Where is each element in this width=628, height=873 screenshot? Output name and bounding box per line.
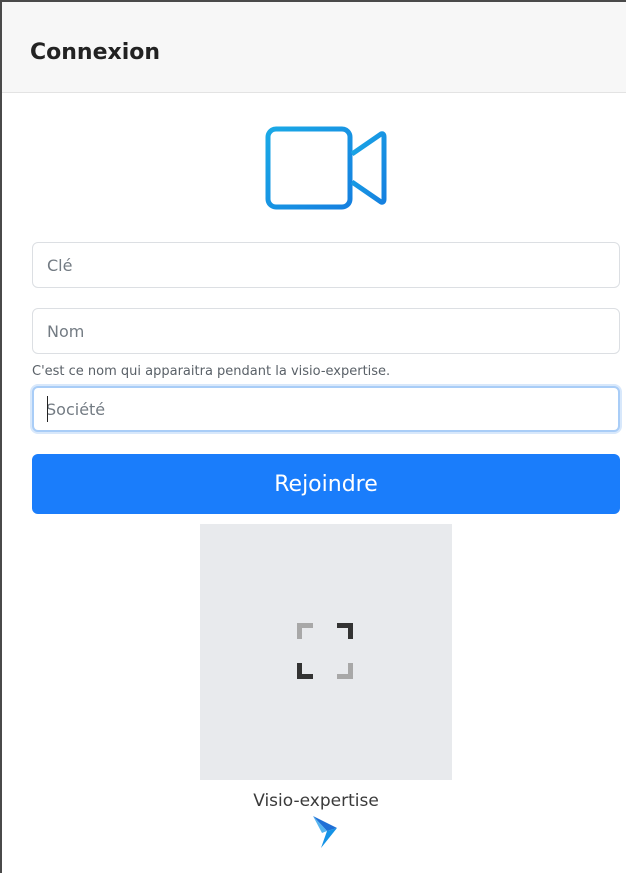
login-window: Connexion C'est ce nom qui apparaitra pe… [0, 0, 626, 873]
video-camera-icon [265, 126, 387, 210]
video-preview [200, 524, 452, 780]
join-button[interactable]: Rejoindre [32, 454, 620, 514]
fullscreen-icon[interactable] [297, 623, 353, 679]
company-input[interactable] [32, 386, 620, 432]
text-cursor [47, 396, 48, 422]
brand-name: Visio-expertise [253, 791, 379, 811]
key-input[interactable] [32, 242, 620, 288]
page-title: Connexion [30, 40, 161, 65]
bird-logo-icon [313, 816, 337, 848]
header: Connexion [2, 2, 626, 93]
name-hint-text: C'est ce nom qui apparaitra pendant la v… [32, 364, 391, 379]
name-input[interactable] [32, 308, 620, 354]
